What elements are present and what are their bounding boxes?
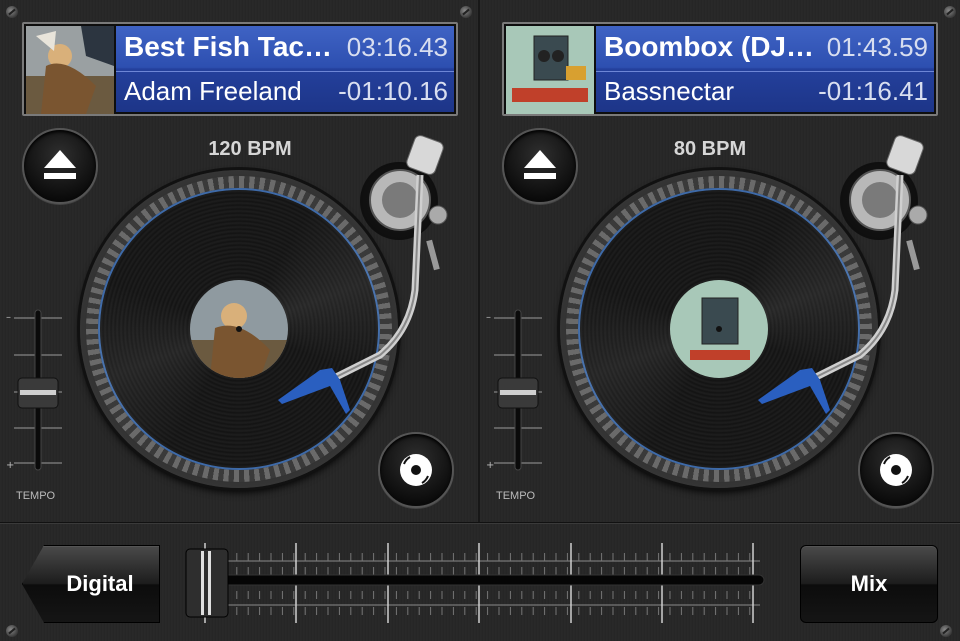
elapsed-time: 01:43.59 <box>826 32 928 62</box>
svg-text:–: – <box>6 312 11 323</box>
album-art <box>26 26 114 114</box>
mix-button-label: Mix <box>850 571 888 596</box>
eject-button[interactable] <box>502 128 578 204</box>
track-info: Boombox (DJ… 01:43.59 Bassnectar -01:16.… <box>596 26 934 112</box>
remaining-time: -01:16.41 <box>818 76 928 106</box>
screw-icon <box>6 625 18 637</box>
tempo-label: TEMPO <box>16 490 56 502</box>
remaining-time: -01:10.16 <box>338 76 448 106</box>
disc-icon <box>400 454 432 486</box>
tempo-label: TEMPO <box>496 490 536 502</box>
svg-text:+: + <box>6 460 14 471</box>
elapsed-time: 03:16.43 <box>346 32 448 62</box>
digital-button-label: Digital <box>66 571 134 596</box>
svg-text:+: + <box>486 460 494 471</box>
eject-icon <box>44 150 76 179</box>
eject-icon <box>524 150 556 179</box>
svg-text:–: – <box>486 312 491 323</box>
tempo-slider[interactable]: – + <box>486 308 546 473</box>
track-info: Best Fish Tac… 03:16.43 Adam Freeland -0… <box>116 26 454 112</box>
track-info-panel[interactable]: Boombox (DJ… 01:43.59 Bassnectar -01:16.… <box>502 22 938 116</box>
bottom-bar: Digital Mix <box>0 522 960 641</box>
digital-button[interactable]: Digital <box>22 545 160 623</box>
deck-left: Best Fish Tac… 03:16.43 Adam Freeland -0… <box>0 0 480 522</box>
bpm-display: 80 BPM <box>673 138 747 160</box>
crossfader[interactable] <box>180 533 780 633</box>
eject-button[interactable] <box>22 128 98 204</box>
tempo-slider[interactable]: – + <box>6 308 66 473</box>
screw-icon <box>460 6 472 18</box>
cue-button[interactable] <box>378 432 454 508</box>
album-art <box>506 26 594 114</box>
tonearm[interactable] <box>750 130 940 420</box>
disc-icon <box>880 454 912 486</box>
track-artist: Adam Freeland <box>124 76 302 106</box>
screw-icon <box>6 6 18 18</box>
track-info-panel[interactable]: Best Fish Tac… 03:16.43 Adam Freeland -0… <box>22 22 458 116</box>
track-title: Best Fish Tac… <box>124 31 332 62</box>
deck-right: Boombox (DJ… 01:43.59 Bassnectar -01:16.… <box>480 0 958 522</box>
screw-icon <box>944 6 956 18</box>
screw-icon <box>940 625 952 637</box>
cue-button[interactable] <box>858 432 934 508</box>
track-artist: Bassnectar <box>604 76 735 106</box>
track-title: Boombox (DJ… <box>604 31 814 62</box>
tonearm[interactable] <box>270 130 460 420</box>
mix-button[interactable]: Mix <box>800 545 938 623</box>
